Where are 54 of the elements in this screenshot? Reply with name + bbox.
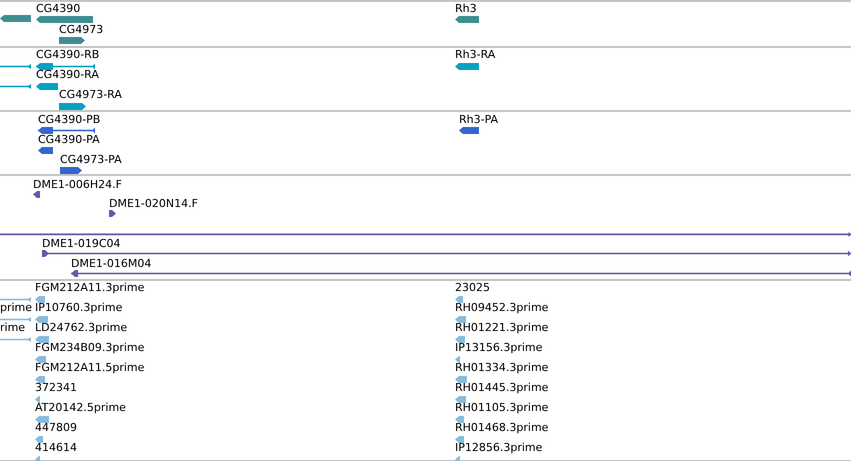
feature-label[interactable]: Rh3-RA bbox=[455, 48, 496, 62]
feature-label[interactable]: CG4390-RB bbox=[36, 48, 100, 62]
feature-label[interactable]: RH01221.3prime bbox=[455, 321, 548, 335]
feature-label[interactable]: Rh3 bbox=[455, 2, 477, 16]
feature-label[interactable]: DME1-006H24.F bbox=[33, 178, 122, 192]
feature-glyph[interactable] bbox=[36, 83, 58, 90]
feature-label[interactable]: CG4973-RA bbox=[59, 88, 122, 102]
feature-label[interactable]: RH01334.3prime bbox=[455, 361, 548, 375]
feature-label[interactable]: 447809 bbox=[35, 421, 77, 435]
feature-glyph[interactable] bbox=[59, 37, 85, 44]
feature-label[interactable]: Rh3-PA bbox=[459, 113, 498, 127]
feature-glyph[interactable] bbox=[455, 63, 479, 70]
feature-label[interactable]: LD24762.3prime bbox=[35, 321, 128, 335]
feature-label[interactable]: RH01468.3prime bbox=[455, 421, 548, 435]
feature-glyph[interactable] bbox=[33, 191, 40, 198]
feature-label[interactable]: IP12856.3prime bbox=[455, 441, 542, 455]
feature-glyph[interactable] bbox=[38, 127, 95, 134]
feature-label[interactable]: CG4390-PA bbox=[38, 133, 100, 147]
feature-label[interactable]: CG4390 bbox=[36, 2, 80, 16]
feature-glyph[interactable] bbox=[0, 83, 31, 90]
feature-label[interactable]: CG4390-RA bbox=[36, 68, 99, 82]
feature-glyph[interactable] bbox=[71, 270, 851, 277]
feature-label[interactable]: AT20142.5prime bbox=[35, 401, 126, 415]
feature-label[interactable]: rime bbox=[0, 321, 26, 335]
feature-label[interactable]: prime bbox=[0, 301, 32, 315]
feature-glyph[interactable] bbox=[459, 127, 479, 134]
feature-glyph[interactable] bbox=[38, 147, 53, 154]
feature-glyph[interactable] bbox=[0, 15, 31, 22]
feature-label[interactable]: FGM234B09.3prime bbox=[35, 341, 144, 355]
feature-label[interactable]: DME1-016M04 bbox=[71, 257, 152, 271]
feature-label[interactable]: CG4973-PA bbox=[60, 153, 122, 167]
feature-glyph[interactable] bbox=[36, 63, 95, 70]
feature-label[interactable]: IP10760.3prime bbox=[35, 301, 122, 315]
feature-label[interactable]: FGM212A11.5prime bbox=[35, 361, 144, 375]
feature-glyph[interactable] bbox=[59, 103, 86, 110]
feature-glyph[interactable] bbox=[60, 167, 82, 174]
feature-label[interactable]: CG4390-PB bbox=[38, 113, 100, 127]
feature-glyph[interactable] bbox=[455, 16, 479, 23]
feature-label[interactable]: RH01105.3prime bbox=[455, 401, 548, 415]
feature-label[interactable]: 23025 bbox=[455, 281, 490, 295]
feature-label[interactable]: DME1-019C04 bbox=[42, 237, 121, 251]
feature-label[interactable]: FGM212A11.3prime bbox=[35, 281, 144, 295]
feature-label[interactable]: RH01445.3prime bbox=[455, 381, 548, 395]
feature-label[interactable]: 372341 bbox=[35, 381, 77, 395]
feature-label[interactable]: RH09452.3prime bbox=[455, 301, 548, 315]
feature-glyph[interactable] bbox=[0, 231, 851, 238]
feature-label[interactable]: IP13156.3prime bbox=[455, 341, 542, 355]
feature-label[interactable]: DME1-020N14.F bbox=[109, 197, 198, 211]
feature-glyph[interactable] bbox=[0, 63, 31, 70]
feature-glyph[interactable] bbox=[36, 16, 93, 23]
feature-label[interactable]: 414614 bbox=[35, 441, 77, 455]
feature-label[interactable]: CG4973 bbox=[59, 23, 104, 37]
feature-glyph[interactable] bbox=[42, 250, 851, 257]
feature-glyph[interactable] bbox=[109, 210, 116, 217]
